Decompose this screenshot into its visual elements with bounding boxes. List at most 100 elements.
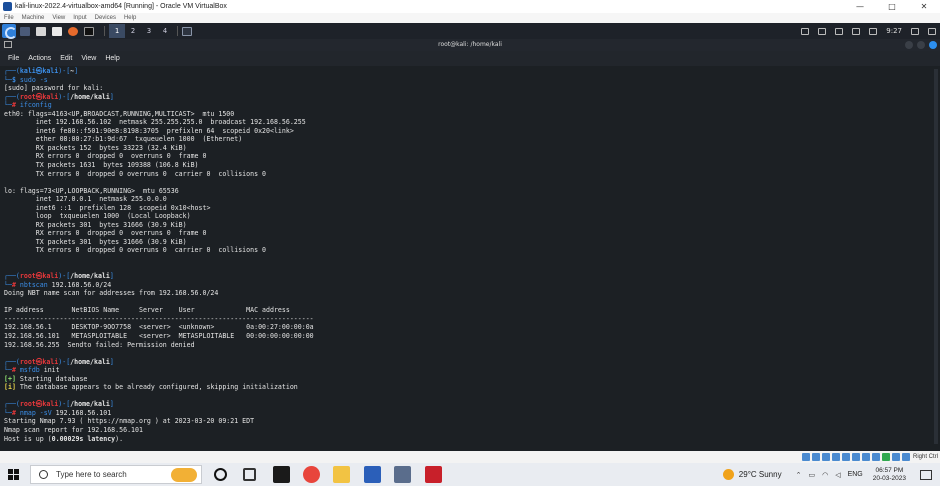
terminal-text: nbtscan	[19, 280, 48, 289]
shared-folder-icon[interactable]	[851, 453, 860, 461]
mouse-integration-icon[interactable]	[891, 453, 900, 461]
lock-icon[interactable]	[911, 27, 919, 35]
cpu-activity-icon[interactable]	[881, 453, 890, 461]
usb-icon[interactable]	[841, 453, 850, 461]
recorder-icon[interactable]	[425, 466, 442, 483]
word-icon[interactable]	[364, 466, 381, 483]
windows-start-icon[interactable]	[8, 469, 20, 481]
language-indicator[interactable]: ENG	[848, 471, 863, 478]
terminal-menu-edit[interactable]: Edit	[60, 55, 72, 62]
workspace-3[interactable]: 3	[141, 24, 157, 38]
terminal-line: loop txqueuelen 1000 (Local Loopback)	[4, 212, 924, 221]
terminal-close-button[interactable]	[929, 41, 937, 49]
notification-center-icon[interactable]	[920, 469, 932, 480]
terminal-line: ether 08:00:27:b1:9d:67 txqueuelen 1000 …	[4, 135, 924, 144]
terminal-menu-actions[interactable]: Actions	[28, 55, 51, 62]
vbox-menu-help[interactable]: Help	[124, 15, 136, 21]
clock-date: 20-03-2023	[872, 474, 906, 482]
power-icon[interactable]	[869, 27, 878, 35]
audio-icon[interactable]	[821, 453, 830, 461]
vbox-menu-devices[interactable]: Devices	[95, 15, 116, 21]
terminal-text: )-[	[58, 357, 71, 366]
terminal-text: └─	[4, 280, 12, 289]
terminal-output[interactable]: ┌──(kali㉿kali)-[~] └─$ sudo -s [sudo] pass…	[4, 67, 924, 447]
vbox-titlebar: kali-linux-2022.4-virtualbox-amd64 [Runn…	[0, 0, 940, 13]
terminal-launcher-icon[interactable]	[84, 26, 94, 36]
terminal-task-icon[interactable]	[182, 26, 192, 36]
display-adapter-icon[interactable]	[861, 453, 870, 461]
notification-bell-icon[interactable]	[835, 27, 844, 35]
weather-text[interactable]: 29°C Sunny	[739, 470, 782, 479]
task-view-icon[interactable]	[243, 468, 256, 481]
vbox-menu-view[interactable]: View	[52, 15, 65, 21]
terminal-menu-file[interactable]: File	[8, 55, 19, 62]
keyboard-capture-icon[interactable]	[901, 453, 910, 461]
firefox-icon[interactable]	[68, 26, 78, 36]
close-button[interactable]: ✕	[908, 0, 940, 13]
vbox-menu-file[interactable]: File	[4, 15, 14, 21]
minimize-button[interactable]: —	[844, 0, 876, 13]
terminal-text: #	[11, 101, 20, 110]
terminal-line: └─# nmap -sV 192.168.56.101	[4, 409, 924, 418]
network-icon[interactable]	[818, 27, 827, 35]
terminal-text: Starting database	[15, 374, 88, 383]
terminal-text: ]	[109, 357, 114, 366]
terminal-text: /home/kali	[70, 400, 110, 409]
terminal-line: TX packets 1631 bytes 109388 (106.8 KiB)	[4, 161, 924, 170]
panel-clock[interactable]: 9:27	[886, 27, 902, 35]
terminal-maximize-button[interactable]	[917, 41, 925, 49]
volume-icon[interactable]	[852, 27, 861, 35]
workspace-2[interactable]: 2	[125, 24, 141, 38]
terminal-text: 192.168.56.101 METASPLOITABLE <server> M…	[4, 331, 314, 340]
hard-disk-icon[interactable]	[801, 453, 810, 461]
terminal-text: root㉿kali	[19, 357, 59, 366]
terminal-text: lo: flags=73<UP,LOOPBACK,RUNNING> mtu 65…	[4, 186, 179, 195]
terminal-text: Host is up (	[4, 434, 52, 443]
terminal-menu-view[interactable]: View	[81, 55, 96, 62]
battery-icon[interactable]: ▭	[808, 471, 815, 479]
wifi-icon[interactable]: ◠	[822, 471, 828, 479]
maximize-button[interactable]: □	[876, 0, 908, 13]
cortana-icon[interactable]	[214, 468, 227, 481]
terminal-text: /home/kali	[70, 92, 110, 101]
terminal-text: RX errors 0 dropped 0 overruns 0 frame 0	[4, 152, 207, 161]
text-editor-icon[interactable]	[52, 26, 62, 36]
recording-icon[interactable]	[871, 453, 880, 461]
vbox-menu-input[interactable]: Input	[73, 15, 86, 21]
optical-drive-icon[interactable]	[811, 453, 820, 461]
terminal-menu-help[interactable]: Help	[105, 55, 119, 62]
terminal-line: └─# nbtscan 192.168.56.0/24	[4, 281, 924, 290]
terminal-text: inet6 fe80::f501:90e8:8198:3705 prefixle…	[4, 126, 294, 135]
terminal-text: ).	[115, 434, 124, 443]
terminal-text: Doing NBT name scan for addresses from 1…	[4, 289, 219, 298]
virtualbox-taskbar-icon[interactable]	[394, 466, 411, 483]
show-desktop-icon[interactable]	[20, 26, 30, 36]
taskbar-clock[interactable]: 06:57 PM 20-03-2023	[873, 467, 906, 483]
terminal-scrollbar[interactable]	[934, 69, 938, 444]
logout-icon[interactable]	[928, 27, 936, 35]
chrome-icon[interactable]	[303, 466, 320, 483]
terminal-text: 192.168.56.255 Sendto failed: Permission…	[4, 340, 195, 349]
vbox-menubar: File Machine View Input Devices Help	[0, 13, 940, 23]
display-icon[interactable]	[801, 27, 810, 35]
taskbar-search-box[interactable]: Type here to search	[30, 465, 202, 484]
terminal-line: └─# ifconfig	[4, 101, 924, 110]
workspace-4[interactable]: 4	[157, 24, 173, 38]
workspace-1[interactable]: 1	[109, 24, 125, 38]
terminal-minimize-button[interactable]	[905, 41, 913, 49]
terminal-line: [i] The database appears to be already c…	[4, 383, 924, 392]
file-explorer-icon[interactable]	[333, 466, 350, 483]
network-adapter-icon[interactable]	[831, 453, 840, 461]
speaker-icon[interactable]: ◁	[835, 471, 840, 479]
vbox-menu-machine[interactable]: Machine	[22, 15, 45, 21]
terminal-text: └─	[4, 408, 12, 417]
terminal-text: [i]	[4, 383, 16, 392]
terminal-text: TX errors 0 dropped 0 overruns 0 carrier…	[4, 169, 267, 178]
sublime-text-icon[interactable]	[273, 466, 290, 483]
file-manager-icon[interactable]	[36, 26, 46, 36]
terminal-line: Starting Nmap 7.93 ( https://nmap.org ) …	[4, 417, 924, 426]
virtualbox-logo-icon	[3, 2, 12, 11]
kali-menu-icon[interactable]	[2, 24, 17, 39]
chevron-up-icon[interactable]: ⌃	[796, 471, 802, 479]
